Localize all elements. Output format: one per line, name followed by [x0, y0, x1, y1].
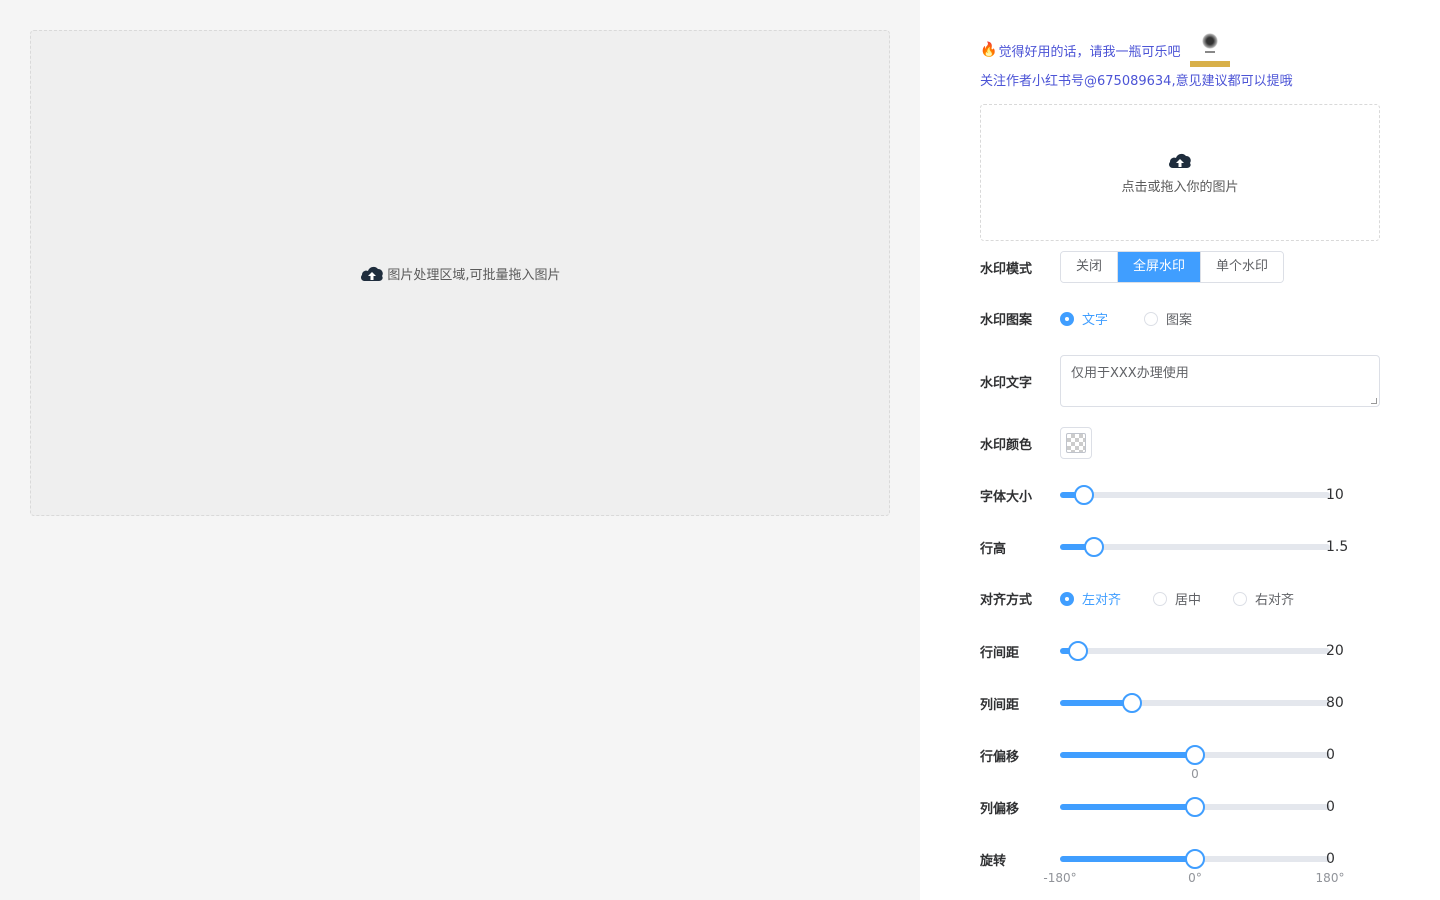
col-gap-value: 80: [1326, 695, 1344, 711]
image-workspace: 图片处理区域,可批量拖入图片: [0, 0, 920, 900]
col-gap-slider[interactable]: [1060, 693, 1332, 713]
font-size-label: 字体大小: [980, 489, 1033, 505]
font-size-value: 10: [1326, 487, 1344, 503]
slider-handle[interactable]: [1074, 485, 1094, 505]
row-gap-row: 行间距 20: [980, 641, 1380, 661]
mode-row: 水印模式 关闭 全屏水印 单个水印: [980, 251, 1380, 283]
align-row: 对齐方式 左对齐 居中 右对齐: [980, 589, 1380, 608]
align-right-radio[interactable]: 右对齐: [1233, 589, 1294, 608]
fire-icon: 🔥: [980, 42, 998, 58]
settings-panel: 🔥 觉得好用的话，请我一瓶可乐吧 关注作者小红书号@675089634,意见建议…: [920, 0, 1440, 900]
pattern-image-radio[interactable]: 图案: [1144, 309, 1192, 328]
rotate-label: 旋转: [980, 853, 1007, 869]
font-size-row: 字体大小 10: [980, 485, 1380, 505]
mode-single-button[interactable]: 单个水印: [1201, 252, 1284, 282]
row-gap-label: 行间距: [980, 645, 1020, 661]
color-row: 水印颜色: [980, 427, 1380, 459]
row-offset-row: 行偏移 0 0: [980, 745, 1380, 781]
row-offset-tooltip: 0: [1191, 767, 1199, 781]
watermark-text-value: 仅用于XXX办理使用: [1071, 366, 1189, 381]
line-height-value: 1.5: [1326, 539, 1349, 555]
align-center-label: 居中: [1175, 593, 1202, 608]
watermark-text-input[interactable]: 仅用于XXX办理使用: [1060, 355, 1380, 407]
image-drop-zone[interactable]: 图片处理区域,可批量拖入图片: [30, 30, 890, 516]
col-offset-value: 0: [1326, 799, 1335, 815]
text-label: 水印文字: [980, 375, 1033, 391]
cloud-upload-icon: [361, 266, 384, 281]
pattern-text-label: 文字: [1082, 313, 1109, 328]
drop-zone-hint: 图片处理区域,可批量拖入图片: [387, 267, 561, 283]
radio-unchecked-icon: [1144, 311, 1159, 326]
pattern-label: 水印图案: [980, 313, 1033, 328]
line-height-slider[interactable]: [1060, 537, 1332, 557]
promo-donate-text[interactable]: 觉得好用的话，请我一瓶可乐吧: [998, 41, 1180, 60]
slider-handle[interactable]: [1185, 849, 1205, 869]
slider-handle[interactable]: [1185, 797, 1205, 817]
rotate-mark-zero: 0°: [1188, 871, 1202, 885]
rotate-mark-min: -180°: [1043, 871, 1077, 885]
row-offset-value: 0: [1326, 747, 1335, 763]
col-gap-label: 列间距: [980, 697, 1020, 713]
upload-dropzone[interactable]: 点击或拖入你的图片: [980, 104, 1380, 241]
align-right-label: 右对齐: [1255, 593, 1295, 608]
mode-off-button[interactable]: 关闭: [1061, 252, 1119, 282]
rotate-slider[interactable]: -180° 0° 180°: [1043, 849, 1344, 885]
text-row: 水印文字 仅用于XXX办理使用: [980, 355, 1380, 407]
slider-handle[interactable]: [1084, 537, 1104, 557]
pattern-text-radio[interactable]: 文字: [1060, 309, 1108, 328]
row-gap-value: 20: [1326, 643, 1344, 659]
row-offset-label: 行偏移: [980, 749, 1020, 765]
upload-label: 点击或拖入你的图片: [1121, 180, 1239, 195]
line-height-row: 行高 1.5: [980, 537, 1380, 557]
rotate-mark-max: 180°: [1315, 871, 1345, 885]
line-height-label: 行高: [980, 541, 1007, 557]
row-gap-slider[interactable]: [1060, 641, 1332, 661]
resize-handle-icon[interactable]: [1371, 398, 1377, 404]
promo-section: 🔥 觉得好用的话，请我一瓶可乐吧 关注作者小红书号@675089634,意见建议…: [980, 33, 1400, 89]
radio-unchecked-icon: [1233, 591, 1248, 606]
align-label: 对齐方式: [980, 593, 1033, 608]
rotate-value: 0: [1326, 851, 1335, 867]
color-label: 水印颜色: [980, 437, 1033, 453]
col-offset-row: 列偏移 0: [980, 797, 1380, 817]
radio-unchecked-icon: [1153, 591, 1168, 606]
col-gap-row: 列间距 80: [980, 693, 1380, 713]
pattern-row: 水印图案 文字 图案: [980, 309, 1380, 328]
promo-follow-text[interactable]: 关注作者小红书号@675089634,意见建议都可以提哦: [980, 70, 1400, 89]
slider-handle[interactable]: [1122, 693, 1142, 713]
cloud-upload-icon: [1169, 153, 1191, 168]
align-left-radio[interactable]: 左对齐: [1060, 589, 1121, 608]
align-left-label: 左对齐: [1082, 593, 1122, 608]
slider-handle[interactable]: [1185, 745, 1205, 765]
transparent-swatch-icon: [1066, 433, 1086, 453]
mode-label: 水印模式: [980, 261, 1033, 277]
color-picker[interactable]: [1060, 427, 1092, 459]
font-size-slider[interactable]: [1060, 485, 1332, 505]
radio-checked-icon: [1060, 591, 1074, 606]
align-center-radio[interactable]: 居中: [1153, 589, 1201, 608]
rotate-row: 旋转 -180° 0° 180° 0: [980, 849, 1380, 885]
row-offset-slider[interactable]: 0: [1060, 745, 1332, 781]
mode-fullscreen-button[interactable]: 全屏水印: [1118, 252, 1202, 282]
pattern-image-label: 图案: [1166, 313, 1193, 328]
col-offset-label: 列偏移: [980, 801, 1020, 817]
col-offset-slider[interactable]: [1060, 797, 1332, 817]
mode-button-group: 关闭 全屏水印 单个水印: [1060, 251, 1285, 283]
slider-handle[interactable]: [1068, 641, 1088, 661]
radio-checked-icon: [1060, 311, 1074, 326]
cola-thumbnail[interactable]: [1190, 33, 1231, 67]
